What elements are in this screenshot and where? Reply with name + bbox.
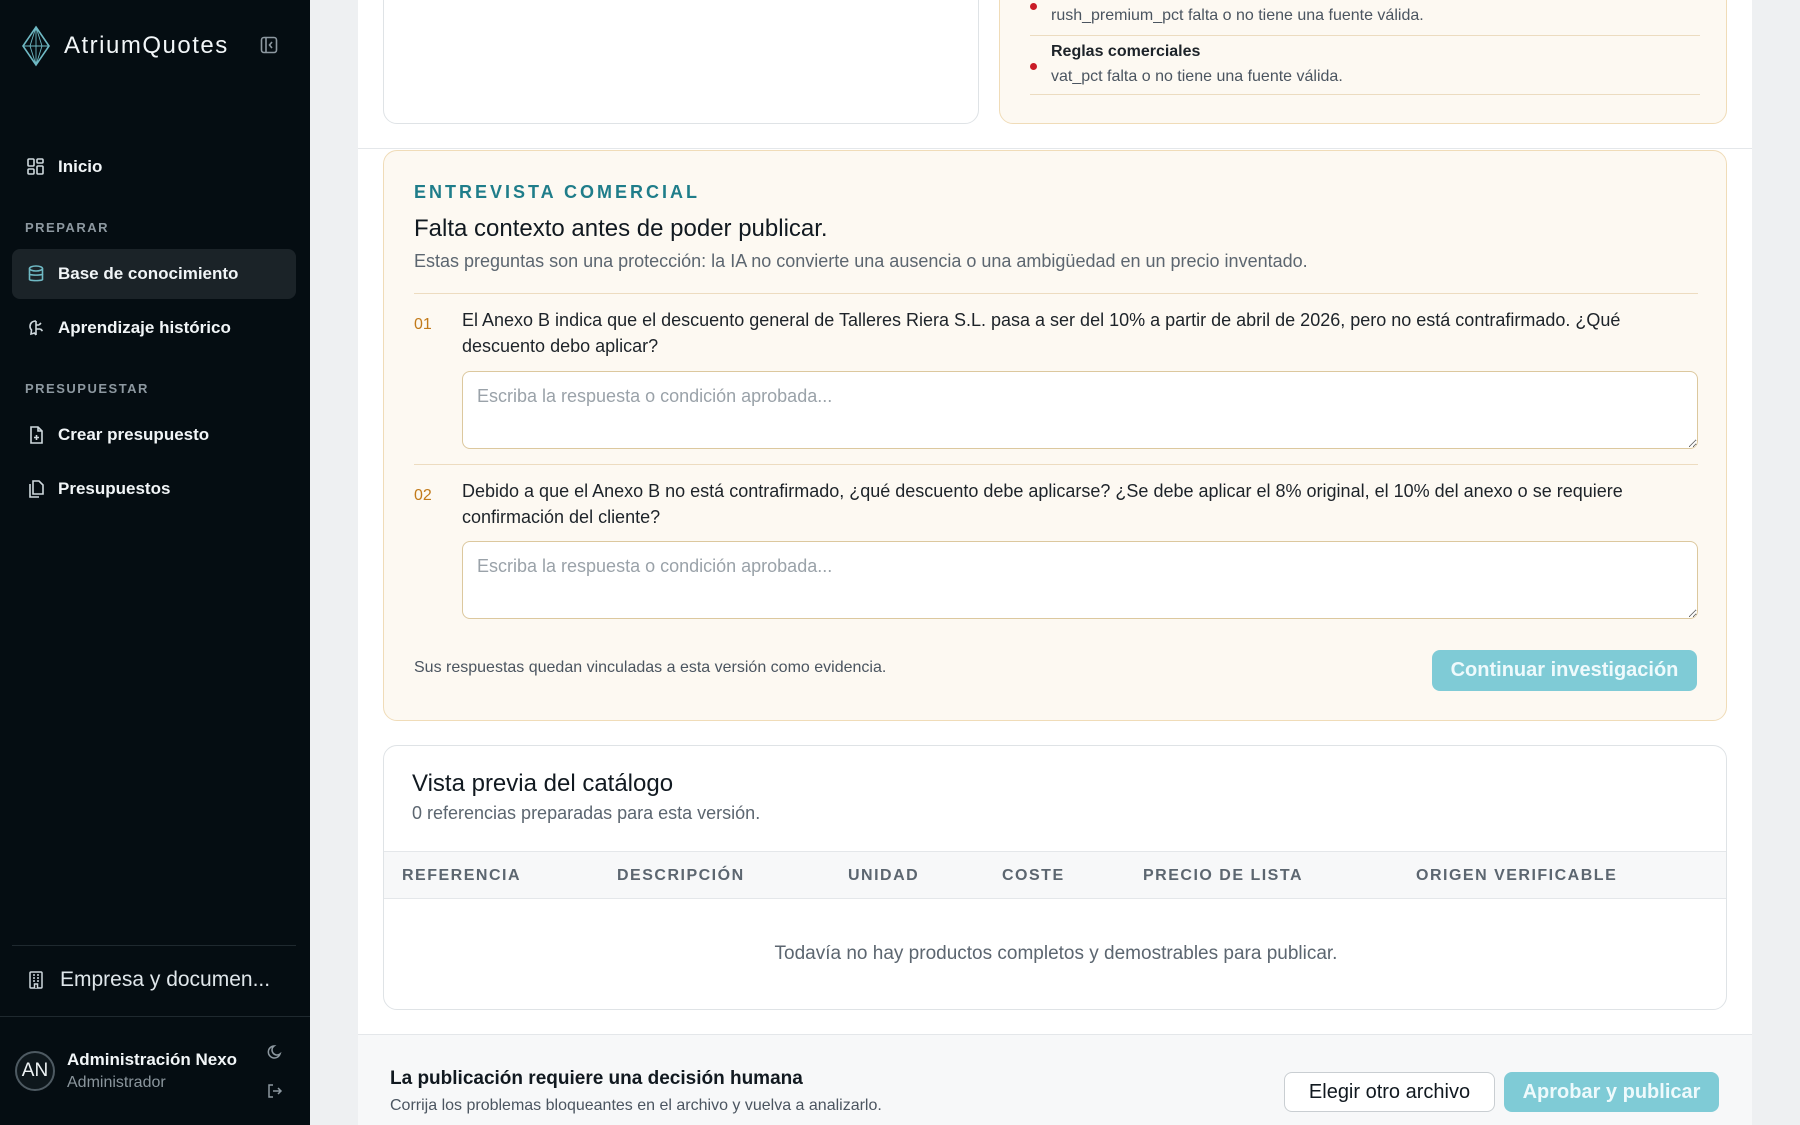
sidebar-collapse-icon [260, 36, 278, 54]
answer-input-1[interactable] [462, 371, 1698, 449]
upload-card [383, 0, 979, 124]
files-icon [29, 480, 44, 498]
dashboard-icon [27, 158, 44, 175]
publish-bar: La publicación requiere una decisión hum… [358, 1034, 1752, 1125]
interview-subtitle: Estas preguntas son una protección: la I… [414, 251, 1308, 271]
sidebar-item-presupuestos[interactable]: Presupuestos [12, 464, 296, 514]
sidebar-item-label: Presupuestos [58, 479, 171, 498]
column-header: UNIDAD [848, 867, 920, 884]
avatar[interactable]: AN [15, 1051, 55, 1091]
issue-divider [1030, 94, 1700, 95]
column-header: PRECIO DE LISTA [1143, 867, 1303, 884]
commercial-interview-card: ENTREVISTA COMERCIAL Falta contexto ante… [383, 150, 1727, 721]
continue-investigation-button[interactable]: Continuar investigación [1432, 650, 1697, 691]
error-dot-icon [1030, 3, 1037, 10]
building-icon [29, 971, 43, 989]
user-area: AN Administración Nexo Administrador [0, 1016, 310, 1125]
app-name: AtriumQuotes [64, 32, 229, 59]
sidebar-item-label: Aprendizaje histórico [58, 318, 231, 337]
column-header: REFERENCIA [402, 867, 522, 884]
question-number: 01 [414, 316, 432, 333]
file-plus-icon [30, 426, 43, 444]
answer-input-2[interactable] [462, 541, 1698, 619]
interview-footer-note: Sus respuestas quedan vinculadas a esta … [414, 659, 887, 676]
theme-toggle-button[interactable] [264, 1041, 286, 1063]
interview-divider [414, 464, 1698, 465]
catalog-title: Vista previa del catálogo [412, 770, 674, 797]
interview-title: Falta contexto antes de poder publicar. [414, 215, 828, 242]
publish-subtitle: Corrija los problemas bloqueantes en el … [390, 1097, 882, 1114]
column-header: COSTE [1002, 867, 1065, 884]
issue-divider [1030, 35, 1700, 36]
issue-description: rush_premium_pct falta o no tiene una fu… [1051, 7, 1424, 24]
user-role: Administrador [67, 1074, 166, 1091]
nav-section-preparar: PREPARAR [25, 220, 109, 235]
sidebar-item-crear-presupuesto[interactable]: Crear presupuesto [12, 410, 296, 460]
issue-description: vat_pct falta o no tiene una fuente váli… [1051, 68, 1343, 85]
sidebar-divider [12, 945, 296, 946]
sidebar: AtriumQuotes Inicio PREPARAR Base de con… [0, 0, 310, 1125]
sidebar-item-empresa[interactable]: Empresa y documen... [12, 955, 296, 1005]
database-icon [28, 265, 44, 282]
sidebar-item-label: Base de conocimiento [58, 264, 239, 283]
publish-title: La publicación requiere una decisión hum… [390, 1068, 803, 1089]
catalog-table-header: REFERENCIA DESCRIPCIÓN UNIDAD COSTE PREC… [384, 851, 1726, 899]
catalog-empty-state: Todavía no hay productos completos y dem… [774, 943, 1338, 964]
choose-file-button[interactable]: Elegir otro archivo [1284, 1072, 1495, 1112]
logout-button[interactable] [264, 1080, 286, 1102]
logout-icon [268, 1084, 283, 1098]
brain-icon [29, 320, 44, 336]
section-divider [358, 148, 1752, 149]
catalog-subtitle: 0 referencias preparadas para esta versi… [412, 803, 761, 823]
issue-title: Reglas comerciales [1051, 43, 1201, 60]
brand[interactable]: AtriumQuotes [20, 24, 229, 68]
sidebar-item-base-conocimiento[interactable]: Base de conocimiento [12, 249, 296, 299]
catalog-preview-card: Vista previa del catálogo 0 referencias … [383, 745, 1727, 1010]
sidebar-item-label: Inicio [58, 157, 103, 176]
column-header: DESCRIPCIÓN [617, 867, 745, 884]
sidebar-item-inicio[interactable]: Inicio [12, 142, 296, 192]
atrium-logo-icon [22, 25, 50, 67]
approve-publish-button[interactable]: Aprobar y publicar [1504, 1072, 1719, 1112]
collapse-sidebar-button[interactable] [258, 34, 280, 56]
user-name: Administración Nexo [67, 1050, 238, 1069]
blocking-issues-card: rush_premium_pct falta o no tiene una fu… [999, 0, 1727, 124]
interview-eyebrow: ENTREVISTA COMERCIAL [414, 182, 701, 202]
question-number: 02 [414, 487, 432, 504]
question-text: El Anexo B indica que el descuento gener… [462, 310, 1621, 356]
interview-divider [414, 293, 1698, 294]
sidebar-item-label: Crear presupuesto [58, 425, 210, 444]
nav-section-presupuestar: PRESUPUESTAR [25, 381, 149, 396]
moon-icon [267, 1045, 282, 1059]
column-header: ORIGEN VERIFICABLE [1416, 867, 1618, 884]
sidebar-item-aprendizaje-historico[interactable]: Aprendizaje histórico [12, 303, 296, 353]
sidebar-item-label: Empresa y documen... [60, 968, 271, 991]
question-text: Debido a que el Anexo B no está contrafi… [462, 481, 1623, 527]
error-dot-icon [1030, 63, 1037, 70]
